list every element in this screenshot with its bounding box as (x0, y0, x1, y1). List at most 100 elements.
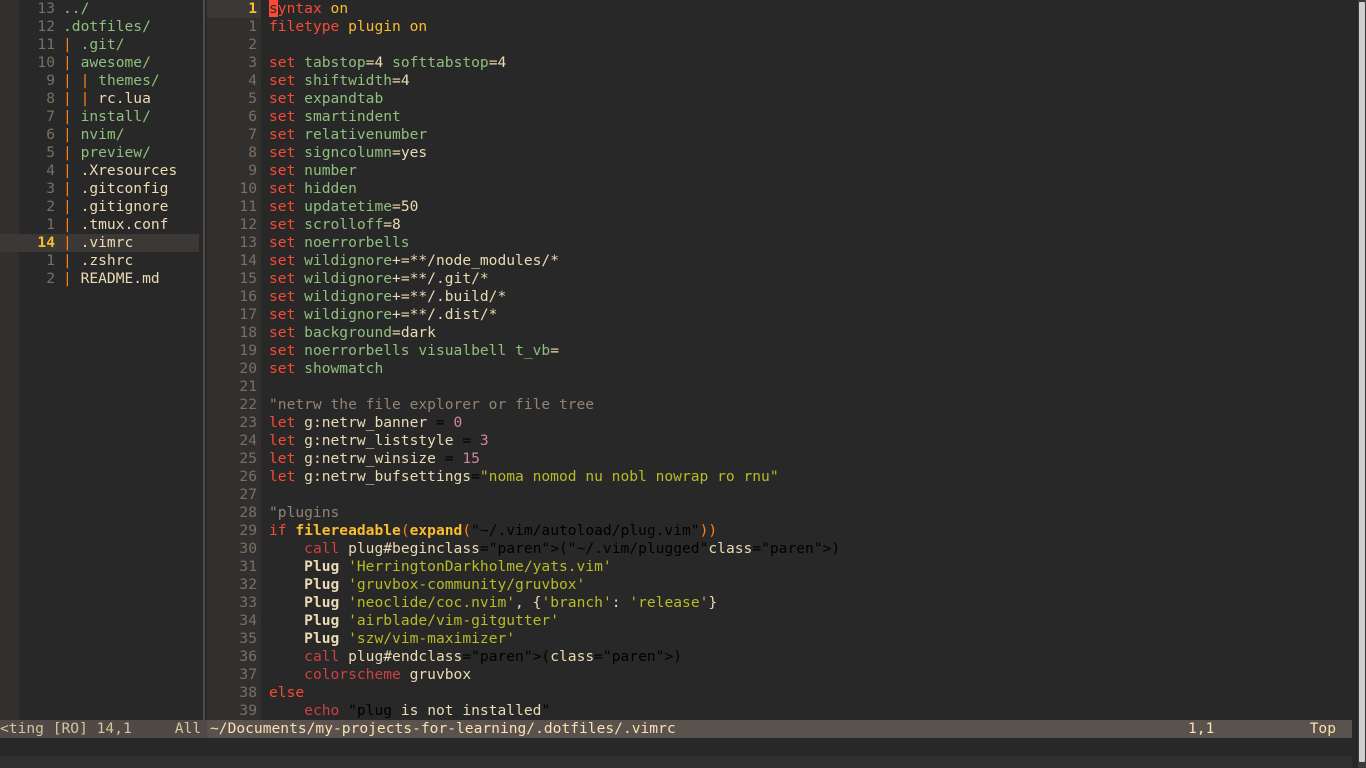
editor-line[interactable]: 8 set signcolumn=yes (207, 144, 1358, 162)
netrw-tree-marker: | (63, 144, 81, 161)
editor-line-text: let g:netrw_banner = 0 (269, 414, 463, 431)
netrw-line-number: 1 (46, 252, 55, 269)
editor-line[interactable]: 3 set tabstop=4 softtabstop=4 (207, 54, 1358, 72)
editor-line[interactable]: 29 if filereadable(expand("~/.vim/autoloa… (207, 522, 1358, 540)
editor-line[interactable]: 22 "netrw the file explorer or file tree (207, 396, 1358, 414)
netrw-entry-.gitconfig[interactable]: 3 | .gitconfig (0, 180, 199, 198)
editor-line[interactable]: 38 else (207, 684, 1358, 702)
netrw-line-number: 5 (46, 144, 55, 161)
netrw-entry-.zshrc[interactable]: 1 | .zshrc (0, 252, 199, 270)
netrw-empty-line: ~ (0, 342, 199, 360)
vimrc-editor-pane[interactable]: 1 syntax on 1 filetype plugin on 2 3 set tabst… (207, 0, 1358, 720)
editor-line[interactable]: 14 set wildignore+=**/node_modules/* (207, 252, 1358, 270)
editor-line[interactable]: 6 set smartindent (207, 108, 1358, 126)
editor-sign-cell (207, 306, 224, 324)
editor-sign-cell (207, 576, 224, 594)
netrw-entry-.vimrc[interactable]: 14 | .vimrc (0, 234, 199, 252)
netrw-entry-awesome[interactable]: 10 | awesome/ (0, 54, 199, 72)
netrw-entry-label: install/ (80, 108, 151, 125)
editor-line[interactable]: 18 set background=dark (207, 324, 1358, 342)
netrw-empty-line: ~ (0, 540, 199, 558)
editor-line[interactable]: 1 filetype plugin on (207, 18, 1358, 36)
editor-line[interactable]: 4 set shiftwidth=4 (207, 72, 1358, 90)
netrw-entry-label: .gitignore (80, 198, 169, 215)
vertical-scrollbar[interactable] (1358, 0, 1366, 768)
editor-sign-cell (207, 684, 224, 702)
editor-line[interactable]: 7 set relativenumber (207, 126, 1358, 144)
editor-sign-cell (207, 108, 224, 126)
editor-line-text: let g:netrw_winsize = 15 (269, 450, 480, 467)
editor-line[interactable]: 27 (207, 486, 1358, 504)
editor-sign-cell (207, 360, 224, 378)
editor-line[interactable]: 11 set updatetime=50 (207, 198, 1358, 216)
netrw-entry-.git[interactable]: 11 | .git/ (0, 36, 199, 54)
editor-line[interactable]: 15 set wildignore+=**/.git/* (207, 270, 1358, 288)
editor-line[interactable]: 21 (207, 378, 1358, 396)
editor-line[interactable]: 37 colorscheme gruvbox (207, 666, 1358, 684)
netrw-entry-install[interactable]: 7 | install/ (0, 108, 199, 126)
netrw-entry-preview[interactable]: 5 | preview/ (0, 144, 199, 162)
editor-line[interactable]: 26 let g:netrw_bufsettings="noma nomod nu… (207, 468, 1358, 486)
editor-sign-cell (207, 144, 224, 162)
editor-line[interactable]: 31 Plug 'HerringtonDarkholme/yats.vim' (207, 558, 1358, 576)
editor-line-number: 25 (224, 450, 261, 468)
netrw-entry-.Xresources[interactable]: 4 | .Xresources (0, 162, 199, 180)
editor-line[interactable]: 34 Plug 'airblade/vim-gitgutter' (207, 612, 1358, 630)
editor-line[interactable]: 32 Plug 'gruvbox-community/gruvbox' (207, 576, 1358, 594)
editor-sign-cell (207, 558, 224, 576)
netrw-entry-label: ../ (63, 0, 90, 17)
netrw-tree-marker: | | (63, 72, 99, 89)
netrw-entry-.dotfiles[interactable]: 12 .dotfiles/ (0, 18, 199, 36)
editor-line[interactable]: 13 set noerrorbells (207, 234, 1358, 252)
netrw-empty-line: ~ (0, 288, 199, 306)
editor-line[interactable]: 39 echo "plug is not installed" (207, 702, 1358, 720)
editor-line[interactable]: 35 Plug 'szw/vim-maximizer' (207, 630, 1358, 648)
editor-line[interactable]: 2 (207, 36, 1358, 54)
editor-line[interactable]: 36 call plug#endclass="paren">(class="pa… (207, 648, 1358, 666)
editor-line[interactable]: 16 set wildignore+=**/.build/* (207, 288, 1358, 306)
command-line[interactable] (0, 738, 1358, 756)
editor-line-number: 13 (224, 234, 261, 252)
editor-line[interactable]: 24 let g:netrw_liststyle = 3 (207, 432, 1358, 450)
editor-line[interactable]: 20 set showmatch (207, 360, 1358, 378)
editor-line-text: set noerrorbells visualbell t_vb= (269, 342, 560, 359)
netrw-entry-themes[interactable]: 9 | | themes/ (0, 72, 199, 90)
editor-line[interactable]: 19 set noerrorbells visualbell t_vb= (207, 342, 1358, 360)
netrw-entry-..[interactable]: 13 ../ (0, 0, 199, 18)
netrw-entry-.tmux.conf[interactable]: 1 | .tmux.conf (0, 216, 199, 234)
window-split-separator[interactable] (199, 0, 207, 720)
editor-line-text: set wildignore+=**/node_modules/* (269, 252, 559, 269)
editor-line[interactable]: 25 let g:netrw_winsize = 15 (207, 450, 1358, 468)
editor-line-number: 39 (224, 702, 261, 720)
netrw-tree-marker: | (63, 234, 81, 251)
editor-line[interactable]: 5 set expandtab (207, 90, 1358, 108)
editor-line-text: filetype plugin on (269, 18, 428, 35)
editor-line[interactable]: 28 "plugins (207, 504, 1358, 522)
editor-line[interactable]: 9 set number (207, 162, 1358, 180)
netrw-tree-marker: | (63, 36, 81, 53)
editor-line[interactable]: 12 set scrolloff=8 (207, 216, 1358, 234)
editor-line-number: 29 (224, 522, 261, 540)
scrollbar-thumb[interactable] (1359, 2, 1365, 762)
editor-line[interactable]: 30 call plug#beginclass="paren">("~/.vim… (207, 540, 1358, 558)
editor-line[interactable]: 33 Plug 'neoclide/coc.nvim', {'branch': … (207, 594, 1358, 612)
netrw-entry-rc.lua[interactable]: 8 | | rc.lua (0, 90, 199, 108)
editor-sign-cell (207, 126, 224, 144)
netrw-entry-.gitignore[interactable]: 2 | .gitignore (0, 198, 199, 216)
editor-line-text: set showmatch (269, 360, 384, 377)
netrw-empty-line: ~ (0, 468, 199, 486)
split-bar (203, 0, 205, 720)
netrw-entry-label: .gitconfig (80, 180, 169, 197)
editor-line[interactable]: 1 syntax on (207, 0, 1358, 18)
netrw-entry-nvim[interactable]: 6 | nvim/ (0, 126, 199, 144)
editor-line[interactable]: 17 set wildignore+=**/.dist/* (207, 306, 1358, 324)
editor-line-text: let g:netrw_liststyle = 3 (269, 432, 489, 449)
editor-line[interactable]: 23 let g:netrw_banner = 0 (207, 414, 1358, 432)
editor-line-number: 22 (224, 396, 261, 414)
editor-line-number: 32 (224, 576, 261, 594)
netrw-empty-line: ~ (0, 486, 199, 504)
editor-line[interactable]: 10 set hidden (207, 180, 1358, 198)
netrw-file-explorer[interactable]: 13 ../12 .dotfiles/11 | .git/10 | awesome/9 |… (0, 0, 199, 720)
netrw-entry-README.md[interactable]: 2 | README.md (0, 270, 199, 288)
netrw-empty-line: ~ (0, 558, 199, 576)
